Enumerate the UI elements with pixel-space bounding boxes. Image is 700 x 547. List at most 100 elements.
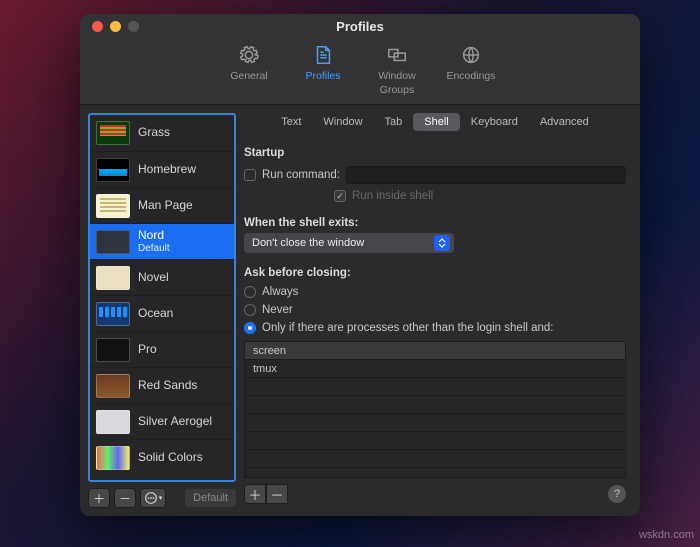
radio-always-label: Always <box>262 286 298 298</box>
profile-name: Solid Colors <box>138 451 203 465</box>
startup-heading: Startup <box>244 147 626 159</box>
run-command-row: Run command: <box>244 166 626 184</box>
profile-row-man-page[interactable]: Man Page <box>90 187 234 223</box>
profile-name: Silver Aerogel <box>138 415 212 429</box>
process-controls: ＋ － ? <box>244 484 626 504</box>
toolbar-encodings-label: Encodings <box>446 70 495 82</box>
profile-thumb <box>96 374 130 398</box>
profile-row-solid-colors[interactable]: Solid Colors <box>90 439 234 475</box>
profile-thumb <box>96 158 130 182</box>
radio-always[interactable] <box>244 286 256 298</box>
radio-row-never[interactable]: Never <box>244 304 626 316</box>
radio-row-always[interactable]: Always <box>244 286 626 298</box>
traffic-lights <box>92 21 139 32</box>
run-inside-shell-label: Run inside shell <box>352 190 433 202</box>
settings-tabbar: Text Window Tab Shell Keyboard Advanced <box>244 113 626 131</box>
tab-window[interactable]: Window <box>312 113 373 131</box>
tab-text[interactable]: Text <box>270 113 312 131</box>
toolbar: General Profiles Window Groups Encodings <box>80 38 640 105</box>
profile-row-grass[interactable]: Grass <box>90 115 234 151</box>
add-profile-button[interactable]: ＋ <box>88 488 110 508</box>
profile-row-pro[interactable]: Pro <box>90 331 234 367</box>
add-process-button[interactable]: ＋ <box>244 484 266 504</box>
profile-name: Red Sands <box>138 379 197 393</box>
profile-icon <box>312 44 334 66</box>
when-exits-heading: When the shell exits: <box>244 217 626 229</box>
profile-list[interactable]: Grass Homebrew Man Page NordDefault Nove… <box>88 113 236 482</box>
profile-thumb <box>96 410 130 434</box>
profile-row-nord[interactable]: NordDefault <box>90 223 234 259</box>
run-inside-shell-checkbox <box>334 190 346 202</box>
gear-icon <box>238 44 260 66</box>
profile-thumb <box>96 194 130 218</box>
set-default-button[interactable]: Default <box>185 489 236 507</box>
process-exception-list[interactable]: screen tmux . . . . . <box>244 341 626 478</box>
profile-thumb <box>96 446 130 470</box>
profile-actions-button[interactable]: ▾ <box>140 488 166 508</box>
toolbar-profiles-label: Profiles <box>305 70 340 82</box>
remove-process-button[interactable]: － <box>266 484 288 504</box>
toolbar-window-groups[interactable]: Window Groups <box>360 42 434 98</box>
profile-name: Novel <box>138 271 169 285</box>
process-row[interactable]: tmux <box>245 360 625 378</box>
main-pane: Text Window Tab Shell Keyboard Advanced … <box>244 105 640 516</box>
process-row[interactable]: screen <box>245 342 625 360</box>
sidebar-controls: ＋ － ▾ Default <box>88 488 236 508</box>
run-inside-shell-row: Run inside shell <box>334 190 626 202</box>
radio-never[interactable] <box>244 304 256 316</box>
run-command-label: Run command: <box>262 169 340 181</box>
run-command-input[interactable] <box>346 166 626 184</box>
profile-row-homebrew[interactable]: Homebrew <box>90 151 234 187</box>
toolbar-encodings[interactable]: Encodings <box>434 42 508 98</box>
process-row-empty: . <box>245 414 625 432</box>
watermark: wskdn.com <box>639 529 694 541</box>
toolbar-general[interactable]: General <box>212 42 286 98</box>
zoom-icon[interactable] <box>128 21 139 32</box>
profile-thumb <box>96 302 130 326</box>
windows-icon <box>386 44 408 66</box>
profile-name: NordDefault <box>138 229 170 254</box>
ask-before-closing-heading: Ask before closing: <box>244 267 626 279</box>
profile-thumb <box>96 230 130 254</box>
profile-name: Pro <box>138 343 157 357</box>
profile-thumb <box>96 121 130 145</box>
radio-only-if[interactable] <box>244 322 256 334</box>
process-row-empty: . <box>245 450 625 468</box>
radio-row-only-if[interactable]: Only if there are processes other than t… <box>244 322 626 334</box>
process-row-empty: . <box>245 432 625 450</box>
radio-only-if-label: Only if there are processes other than t… <box>262 322 554 334</box>
tab-tab[interactable]: Tab <box>374 113 414 131</box>
profile-row-ocean[interactable]: Ocean <box>90 295 234 331</box>
globe-icon <box>460 44 482 66</box>
radio-never-label: Never <box>262 304 293 316</box>
window-title: Profiles <box>80 19 640 34</box>
profile-name: Homebrew <box>138 163 196 177</box>
minimize-icon[interactable] <box>110 21 121 32</box>
toolbar-general-label: General <box>230 70 267 82</box>
when-exits-select[interactable]: Don't close the window <box>244 233 454 253</box>
titlebar: Profiles <box>80 14 640 38</box>
profile-name: Man Page <box>138 199 193 213</box>
sidebar: Grass Homebrew Man Page NordDefault Nove… <box>80 105 244 516</box>
content-body: Grass Homebrew Man Page NordDefault Nove… <box>80 105 640 516</box>
help-button[interactable]: ? <box>608 485 626 503</box>
tab-shell[interactable]: Shell <box>413 113 459 131</box>
process-row-empty: . <box>245 378 625 396</box>
profile-thumb <box>96 338 130 362</box>
profile-default-label: Default <box>138 243 170 255</box>
when-exits-value: Don't close the window <box>252 237 364 249</box>
profile-row-red-sands[interactable]: Red Sands <box>90 367 234 403</box>
tab-keyboard[interactable]: Keyboard <box>460 113 529 131</box>
ellipsis-circle-icon <box>144 491 158 505</box>
toolbar-profiles[interactable]: Profiles <box>286 42 360 98</box>
close-icon[interactable] <box>92 21 103 32</box>
profile-name: Ocean <box>138 307 173 321</box>
run-command-checkbox[interactable] <box>244 169 256 181</box>
profile-row-silver-aerogel[interactable]: Silver Aerogel <box>90 403 234 439</box>
tab-advanced[interactable]: Advanced <box>529 113 600 131</box>
remove-profile-button[interactable]: － <box>114 488 136 508</box>
profile-name: Grass <box>138 126 170 140</box>
chevron-up-down-icon <box>434 235 450 251</box>
profile-row-novel[interactable]: Novel <box>90 259 234 295</box>
preferences-window: Profiles General Profiles Window Groups … <box>80 14 640 516</box>
